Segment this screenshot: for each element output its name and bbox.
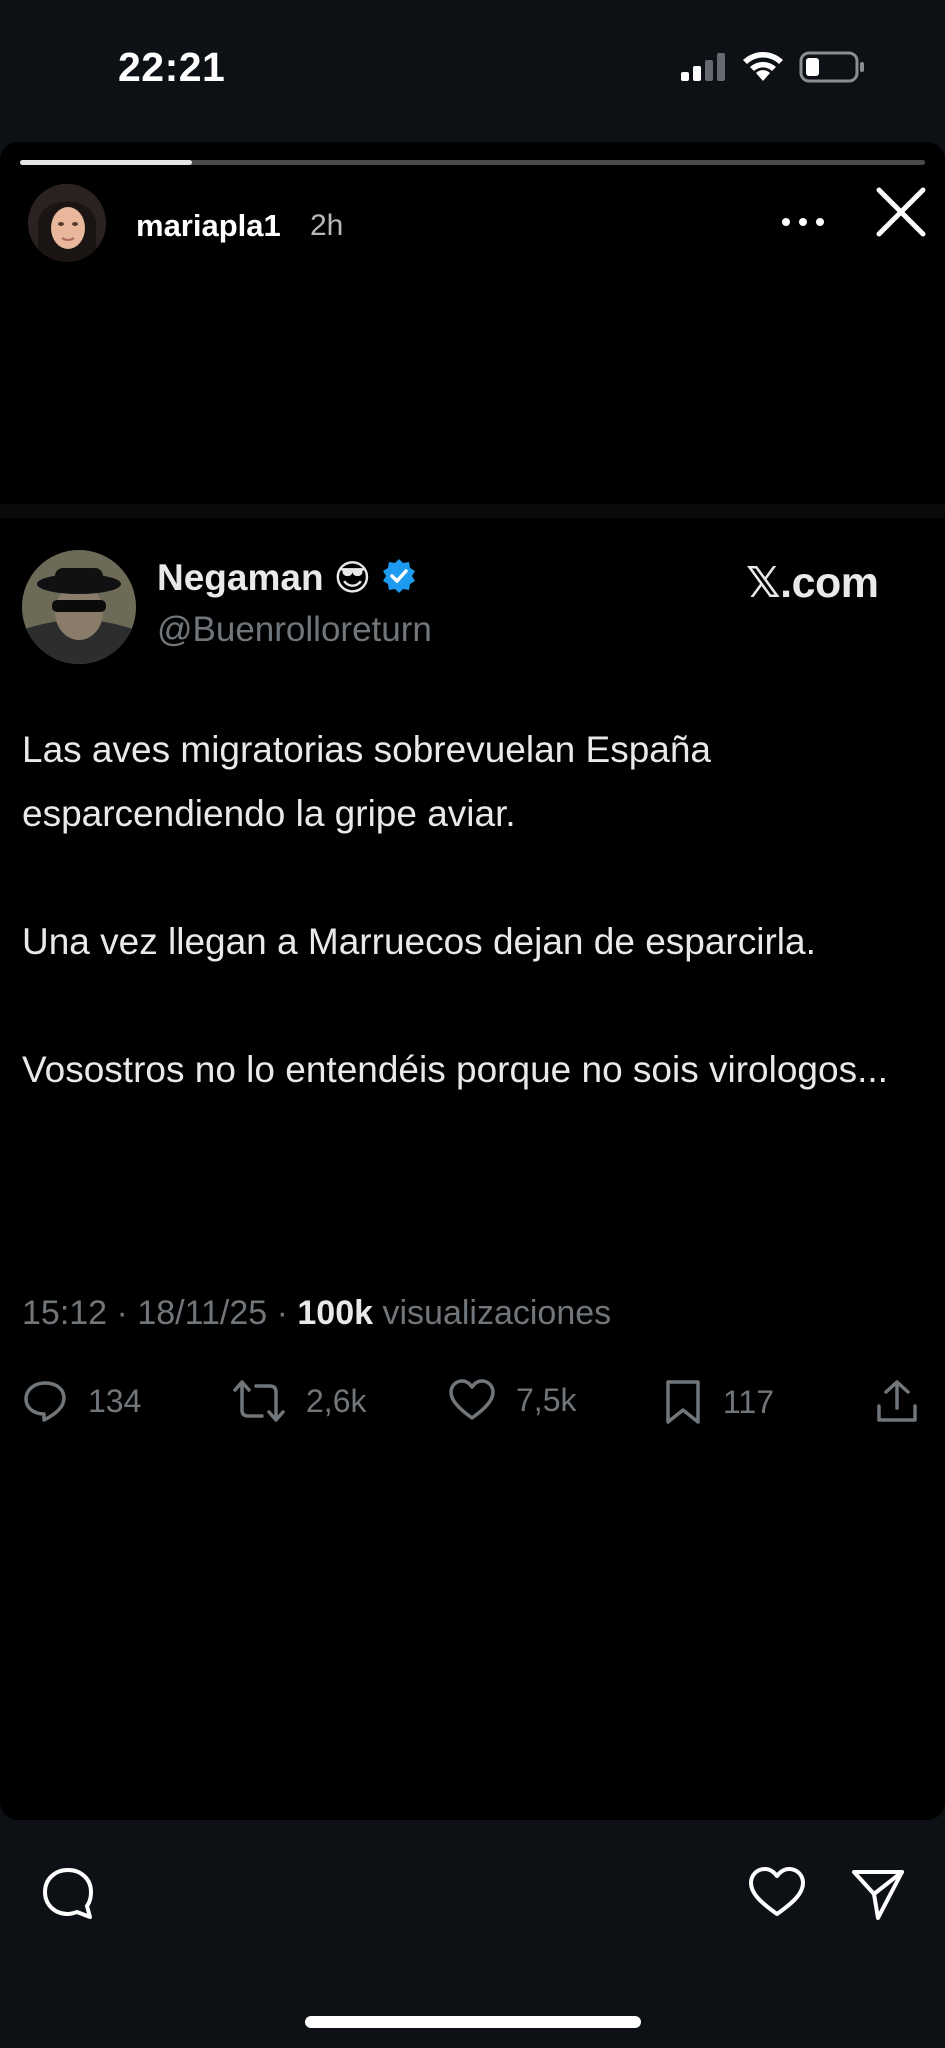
send-icon — [852, 1870, 904, 1920]
more-options-button[interactable] — [780, 212, 826, 232]
tweet-views-count: 100k — [297, 1294, 374, 1332]
signal-icon — [679, 52, 727, 87]
tweet-meta: 15:12 · 18/11/25 · 100k visualizaciones — [22, 1294, 611, 1333]
verified-badge-icon — [381, 558, 417, 599]
story-progress-fill — [20, 160, 192, 165]
bookmark-count: 117 — [723, 1383, 775, 1420]
story-divider — [0, 504, 945, 518]
tweet-time: 15:12 — [22, 1294, 108, 1332]
story-time-ago: 2h — [310, 209, 344, 242]
repost-icon — [233, 1380, 285, 1422]
tweet-views-label: visualizaciones — [382, 1294, 612, 1332]
send-button[interactable] — [850, 1866, 906, 1927]
tweet-author-name: Negaman — [157, 557, 324, 598]
share-action — [874, 1378, 920, 1424]
heart-outline-icon — [749, 1867, 805, 1916]
story-header: mariapla1 2h — [28, 184, 928, 266]
story-reply-bar — [0, 1820, 945, 2048]
reply-button[interactable] — [40, 1866, 96, 1927]
reply-count: 134 — [88, 1382, 142, 1419]
close-icon — [876, 187, 926, 237]
battery-icon — [799, 50, 865, 89]
reply-bubble-icon — [43, 1868, 93, 1919]
repost-count: 2,6k — [306, 1382, 367, 1419]
status-bar: 22:21 — [0, 0, 945, 140]
tweet-date: 18/11/25 — [137, 1294, 268, 1332]
like-action: 7,5k — [448, 1378, 576, 1422]
bookmark-action: 117 — [663, 1378, 774, 1426]
more-icon — [782, 218, 824, 226]
x-logo-source: 𝕏.com — [746, 559, 879, 607]
sunglasses-emoji: 😎 — [333, 557, 372, 598]
status-icons — [679, 50, 865, 89]
tweet-paragraph: Las aves migratorias sobrevuelan España … — [22, 729, 711, 834]
wifi-icon — [741, 51, 785, 88]
like-story-button[interactable] — [748, 1866, 806, 1923]
tweet-paragraph: Vosostros no lo entendéis porque no sois… — [22, 1049, 888, 1090]
repost-action: 2,6k — [232, 1378, 366, 1424]
tweet-author-row: Negaman 😎 — [157, 557, 417, 599]
reply-action: 134 — [22, 1378, 141, 1424]
bookmark-icon — [666, 1380, 700, 1424]
tweet-actions: 134 2,6k 7,5k 117 — [22, 1378, 922, 1438]
tweet-author-avatar — [22, 550, 136, 664]
close-button[interactable] — [873, 184, 929, 240]
story-username[interactable]: mariapla1 — [136, 208, 281, 244]
meta-separator: · — [276, 1294, 288, 1332]
status-time: 22:21 — [118, 44, 226, 90]
meta-separator: · — [116, 1294, 128, 1332]
home-indicator[interactable] — [305, 2016, 641, 2028]
tweet-text: Las aves migratorias sobrevuelan España … — [22, 718, 922, 1166]
story-user-avatar[interactable] — [28, 184, 106, 262]
share-icon — [877, 1380, 917, 1422]
tweet-author-handle: @Buenrolloreturn — [157, 610, 432, 649]
like-count: 7,5k — [516, 1381, 577, 1418]
heart-icon — [449, 1379, 495, 1420]
story-progress-track — [20, 160, 925, 165]
reply-icon — [24, 1381, 66, 1422]
tweet-paragraph: Una vez llegan a Marruecos dejan de espa… — [22, 921, 816, 962]
